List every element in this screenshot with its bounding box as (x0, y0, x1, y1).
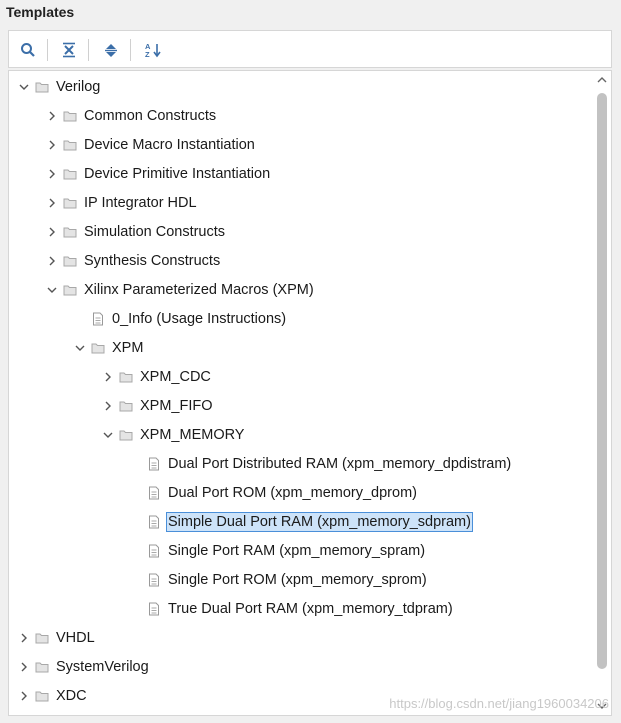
folder-icon (91, 343, 105, 354)
tree-item-label: Single Port ROM (xpm_memory_sprom) (168, 572, 427, 588)
tree-item-label: IP Integrator HDL (84, 195, 197, 211)
chevron-down-icon[interactable] (46, 284, 58, 296)
tree-item-info[interactable]: 0_Info (Usage Instructions) (9, 305, 599, 334)
document-icon (93, 312, 103, 326)
tree-item-label: VHDL (56, 630, 95, 646)
tree-item-label: Dual Port Distributed RAM (xpm_memory_dp… (168, 456, 512, 472)
folder-icon (35, 633, 49, 644)
chevron-down-icon[interactable] (18, 81, 30, 93)
tree-item-label: SystemVerilog (56, 659, 149, 675)
template-tree: Verilog Common Constructs Device Macro I… (8, 70, 612, 716)
tree-item-label: XPM (112, 340, 144, 356)
chevron-right-icon[interactable] (46, 168, 58, 180)
svg-text:Z: Z (145, 50, 150, 59)
tree-item-label: XPM_FIFO (140, 398, 213, 414)
tree-item-label: XDC (56, 688, 87, 704)
tree-item-label: Verilog (56, 79, 101, 95)
search-icon[interactable] (17, 39, 39, 61)
folder-icon (63, 140, 77, 151)
tree-item-label: True Dual Port RAM (xpm_memory_tdpram) (168, 601, 453, 617)
tree-item-label: XPM_MEMORY (140, 427, 245, 443)
collapse-all-icon[interactable] (58, 39, 80, 61)
watermark: https://blog.csdn.net/jiang1960034206 (389, 696, 609, 711)
folder-icon (119, 430, 133, 441)
document-icon (149, 544, 159, 558)
tree-item-sdpram[interactable]: Simple Dual Port RAM (xpm_memory_sdpram) (9, 508, 599, 537)
tree-item-xpm-fifo[interactable]: XPM_FIFO (9, 392, 599, 421)
tree-item-simulation[interactable]: Simulation Constructs (9, 218, 599, 247)
tree-item-spram[interactable]: Single Port RAM (xpm_memory_spram) (9, 537, 599, 566)
expand-all-icon[interactable] (100, 39, 122, 61)
tree-item-label: Dual Port ROM (xpm_memory_dprom) (168, 485, 417, 501)
folder-icon (119, 372, 133, 383)
chevron-right-icon[interactable] (46, 139, 58, 151)
document-icon (149, 486, 159, 500)
folder-icon (35, 662, 49, 673)
tree-item-ip-integrator[interactable]: IP Integrator HDL (9, 189, 599, 218)
tree-item-label: XPM_CDC (140, 369, 211, 385)
tree-item-label: 0_Info (Usage Instructions) (112, 311, 287, 327)
chevron-right-icon[interactable] (46, 197, 58, 209)
chevron-right-icon[interactable] (102, 371, 114, 383)
tree-item-xpm-cdc[interactable]: XPM_CDC (9, 363, 599, 392)
tree-item-label: Xilinx Parameterized Macros (XPM) (84, 282, 314, 298)
folder-icon (63, 256, 77, 267)
tree-item-dprom[interactable]: Dual Port ROM (xpm_memory_dprom) (9, 479, 599, 508)
tree-item-label: Device Primitive Instantiation (84, 166, 271, 182)
tree-item-label: Single Port RAM (xpm_memory_spram) (168, 543, 426, 559)
folder-icon (63, 198, 77, 209)
tree-item-sprom[interactable]: Single Port ROM (xpm_memory_sprom) (9, 566, 599, 595)
chevron-right-icon[interactable] (18, 632, 30, 644)
tree-item-label: Simple Dual Port RAM (xpm_memory_sdpram) (166, 512, 473, 532)
tree-item-label: Common Constructs (84, 108, 217, 124)
chevron-right-icon[interactable] (46, 255, 58, 267)
folder-icon (63, 227, 77, 238)
chevron-right-icon[interactable] (18, 690, 30, 702)
chevron-up-icon[interactable] (596, 74, 608, 86)
panel-title: Templates (6, 4, 75, 20)
sort-az-icon[interactable]: AZ (142, 39, 164, 61)
vertical-scrollbar[interactable] (593, 71, 611, 715)
tree-item-label: Device Macro Instantiation (84, 137, 255, 153)
tree-item-dpdistram[interactable]: Dual Port Distributed RAM (xpm_memory_dp… (9, 450, 599, 479)
chevron-down-icon[interactable] (102, 429, 114, 441)
tree-item-label: Synthesis Constructs (84, 253, 221, 269)
tree-item-xpm[interactable]: XPM (9, 334, 599, 363)
tree-item-vhdl[interactable]: VHDL (9, 624, 599, 653)
folder-icon (63, 169, 77, 180)
chevron-right-icon[interactable] (46, 110, 58, 122)
document-icon (149, 573, 159, 587)
chevron-down-icon[interactable] (74, 342, 86, 354)
folder-icon (35, 82, 49, 93)
tree-item-verilog[interactable]: Verilog (9, 73, 599, 102)
document-icon (149, 515, 159, 529)
tree-item-label: Simulation Constructs (84, 224, 226, 240)
tree-item-tdpram[interactable]: True Dual Port RAM (xpm_memory_tdpram) (9, 595, 599, 624)
tree-item-xpm-memory[interactable]: XPM_MEMORY (9, 421, 599, 450)
folder-icon (63, 285, 77, 296)
folder-icon (35, 691, 49, 702)
chevron-right-icon[interactable] (102, 400, 114, 412)
tree-item-synthesis[interactable]: Synthesis Constructs (9, 247, 599, 276)
chevron-right-icon[interactable] (18, 661, 30, 673)
tree-item-device-primitive[interactable]: Device Primitive Instantiation (9, 160, 599, 189)
folder-icon (119, 401, 133, 412)
folder-icon (63, 111, 77, 122)
document-icon (149, 602, 159, 616)
toolbar: AZ (8, 30, 612, 68)
tree-item-common-constructs[interactable]: Common Constructs (9, 102, 599, 131)
tree-item-xpm-macros[interactable]: Xilinx Parameterized Macros (XPM) (9, 276, 599, 305)
scrollbar-thumb[interactable] (597, 93, 607, 669)
chevron-right-icon[interactable] (46, 226, 58, 238)
document-icon (149, 457, 159, 471)
tree-item-systemverilog[interactable]: SystemVerilog (9, 653, 599, 682)
tree-item-device-macro[interactable]: Device Macro Instantiation (9, 131, 599, 160)
